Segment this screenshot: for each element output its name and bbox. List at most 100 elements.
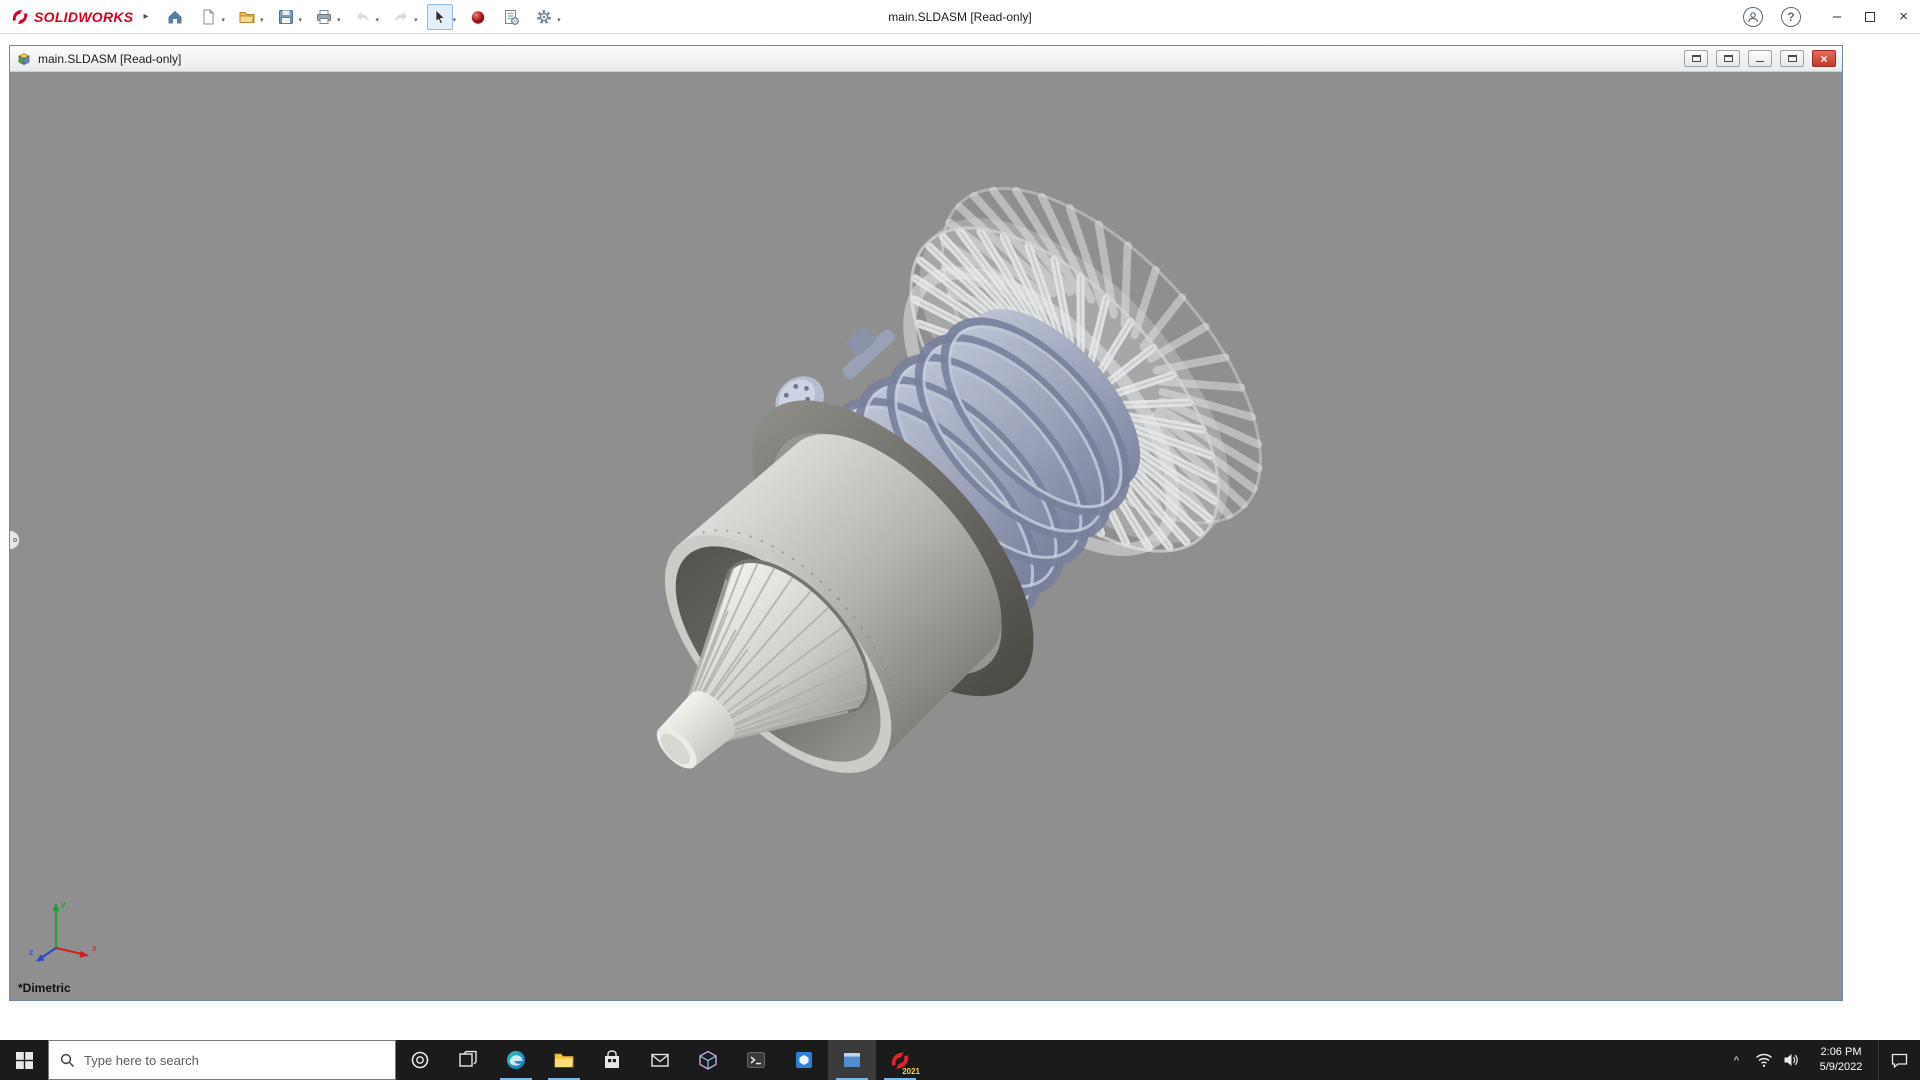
orientation-triad: x y z bbox=[29, 899, 97, 962]
taskbar-icon-file-explorer[interactable] bbox=[540, 1040, 588, 1080]
file-explorer-icon bbox=[554, 1053, 574, 1068]
search-icon bbox=[60, 1053, 75, 1067]
select-cursor-icon bbox=[435, 8, 445, 24]
taskbar-search[interactable] bbox=[48, 1040, 396, 1080]
3d-viewer-cube-icon bbox=[699, 1050, 717, 1070]
triad-y-arrow bbox=[52, 903, 60, 911]
solidworks-titlebar: SOLIDWORKS ▸ ▾ ▾ ▾ ▾ ▾ ▾ ▾ ▾ main.SLDASM… bbox=[0, 0, 1920, 34]
new-document-button[interactable] bbox=[195, 4, 221, 30]
document-window: main.SLDASM [Read-only] × x y z *Dimetri… bbox=[9, 45, 1843, 1001]
save-button[interactable] bbox=[273, 4, 299, 30]
network-button[interactable] bbox=[1750, 1040, 1777, 1080]
help-icon[interactable]: ? bbox=[1780, 6, 1801, 27]
speaker-icon bbox=[1784, 1054, 1798, 1066]
document-title: main.SLDASM [Read-only] bbox=[38, 51, 182, 66]
select-dropdown[interactable]: ▾ bbox=[453, 16, 457, 24]
select-button[interactable] bbox=[426, 3, 453, 30]
open-button[interactable] bbox=[234, 4, 260, 30]
taskbar-icon-store[interactable] bbox=[588, 1040, 636, 1080]
doc-restore-button[interactable] bbox=[1780, 50, 1804, 67]
3d-builder-icon bbox=[796, 1052, 812, 1068]
save-dropdown[interactable]: ▾ bbox=[299, 16, 303, 24]
taskbar-icon-terminal[interactable] bbox=[732, 1040, 780, 1080]
start-button[interactable] bbox=[0, 1040, 48, 1080]
triad-z-label: z bbox=[29, 947, 34, 957]
cad-window-icon bbox=[844, 1053, 860, 1067]
menu-expand-arrow-icon[interactable]: ▸ bbox=[143, 11, 148, 22]
doc-minimize-button[interactable] bbox=[1748, 50, 1772, 67]
appearances-button[interactable] bbox=[465, 4, 491, 30]
jet-engine-3d-model bbox=[656, 186, 1263, 774]
undo-button[interactable] bbox=[350, 4, 376, 30]
document-window-controls: × bbox=[1684, 50, 1836, 67]
account-icon[interactable] bbox=[1742, 6, 1763, 27]
taskbar-icon-solidworks[interactable]: 2021 bbox=[876, 1040, 924, 1080]
mail-icon bbox=[651, 1053, 669, 1067]
volume-button[interactable] bbox=[1777, 1040, 1804, 1080]
search-input[interactable] bbox=[84, 1052, 384, 1068]
new-document-icon bbox=[203, 8, 215, 24]
app-minimize-button[interactable]: – bbox=[1833, 9, 1841, 24]
undo-icon bbox=[356, 11, 369, 21]
viewport-layout-1-button[interactable] bbox=[1684, 50, 1708, 67]
print-icon bbox=[317, 9, 332, 24]
taskbar-icon-mail[interactable] bbox=[636, 1040, 684, 1080]
system-tray: ^ 2:06 PM 5/9/2022 bbox=[1723, 1040, 1920, 1080]
terminal-icon bbox=[747, 1052, 765, 1068]
action-center-button[interactable] bbox=[1878, 1040, 1920, 1080]
screen: SOLIDWORKS ▸ ▾ ▾ ▾ ▾ ▾ ▾ ▾ ▾ main.SLDASM… bbox=[0, 0, 1920, 1080]
home-button[interactable] bbox=[162, 4, 188, 30]
doc-close-button[interactable]: × bbox=[1812, 50, 1836, 67]
wifi-icon bbox=[1755, 1053, 1772, 1067]
redo-dropdown[interactable]: ▾ bbox=[414, 16, 418, 24]
app-maximize-button[interactable] bbox=[1865, 11, 1876, 22]
redo-icon bbox=[395, 11, 408, 21]
taskbar-icon-edge[interactable] bbox=[492, 1040, 540, 1080]
taskbar-icon-3d-builder[interactable] bbox=[780, 1040, 828, 1080]
gear-icon bbox=[537, 9, 551, 24]
main-toolbar: ▾ ▾ ▾ ▾ ▾ ▾ ▾ ▾ bbox=[162, 3, 568, 30]
assembly-file-icon bbox=[18, 52, 30, 65]
save-icon bbox=[278, 9, 293, 24]
edge-browser-icon bbox=[507, 1051, 525, 1069]
document-options-icon bbox=[505, 9, 519, 25]
document-titlebar[interactable]: main.SLDASM [Read-only] × bbox=[10, 46, 1842, 72]
solidworks-logo: SOLIDWORKS bbox=[10, 7, 133, 27]
task-view-icon bbox=[459, 1050, 477, 1067]
app-window-controls: – × bbox=[1833, 9, 1908, 24]
taskbar-icon-cad-window[interactable] bbox=[828, 1040, 876, 1080]
solidworks-brand-text: SOLIDWORKS bbox=[34, 8, 134, 25]
view-orientation-label: *Dimetric bbox=[18, 981, 71, 995]
print-dropdown[interactable]: ▾ bbox=[337, 16, 341, 24]
settings-button[interactable] bbox=[531, 4, 557, 30]
viewport-layout-2-button[interactable] bbox=[1716, 50, 1740, 67]
task-view-button[interactable] bbox=[444, 1040, 492, 1080]
redo-button[interactable] bbox=[388, 4, 414, 30]
store-icon bbox=[605, 1050, 619, 1068]
print-button[interactable] bbox=[311, 4, 337, 30]
appearance-sphere-icon bbox=[471, 10, 485, 24]
triad-y-label: y bbox=[61, 899, 66, 909]
solidworks-year-badge: 2021 bbox=[902, 1067, 920, 1076]
taskbar-clock[interactable]: 2:06 PM 5/9/2022 bbox=[1804, 1040, 1878, 1080]
titlebar-right-controls: ? – × bbox=[1742, 6, 1920, 27]
undo-dropdown[interactable]: ▾ bbox=[376, 16, 380, 24]
app-body: main.SLDASM [Read-only] × x y z *Dimetri… bbox=[0, 34, 1920, 1040]
app-close-button[interactable]: × bbox=[1899, 9, 1908, 24]
taskbar-icon-3d-viewer[interactable] bbox=[684, 1040, 732, 1080]
windows-logo-icon bbox=[15, 1051, 33, 1069]
solidworks-logo-icon bbox=[12, 9, 28, 24]
clock-date: 5/9/2022 bbox=[1819, 1061, 1863, 1073]
tray-chevron-button[interactable]: ^ bbox=[1723, 1040, 1750, 1080]
settings-dropdown[interactable]: ▾ bbox=[557, 16, 561, 24]
triad-x-arrow bbox=[79, 950, 89, 958]
new-document-dropdown[interactable]: ▾ bbox=[221, 16, 225, 24]
windows-taskbar: 2021 ^ 2:06 PM 5/9/2022 bbox=[0, 1040, 1920, 1080]
cortana-button[interactable] bbox=[396, 1040, 444, 1080]
cortana-icon bbox=[411, 1051, 429, 1069]
graphics-viewport[interactable]: x y z *Dimetric bbox=[10, 72, 1842, 1000]
person-icon bbox=[1747, 11, 1758, 22]
document-options-button[interactable] bbox=[498, 4, 524, 30]
open-dropdown[interactable]: ▾ bbox=[260, 16, 264, 24]
tray-chevron-icon: ^ bbox=[1733, 1055, 1740, 1067]
